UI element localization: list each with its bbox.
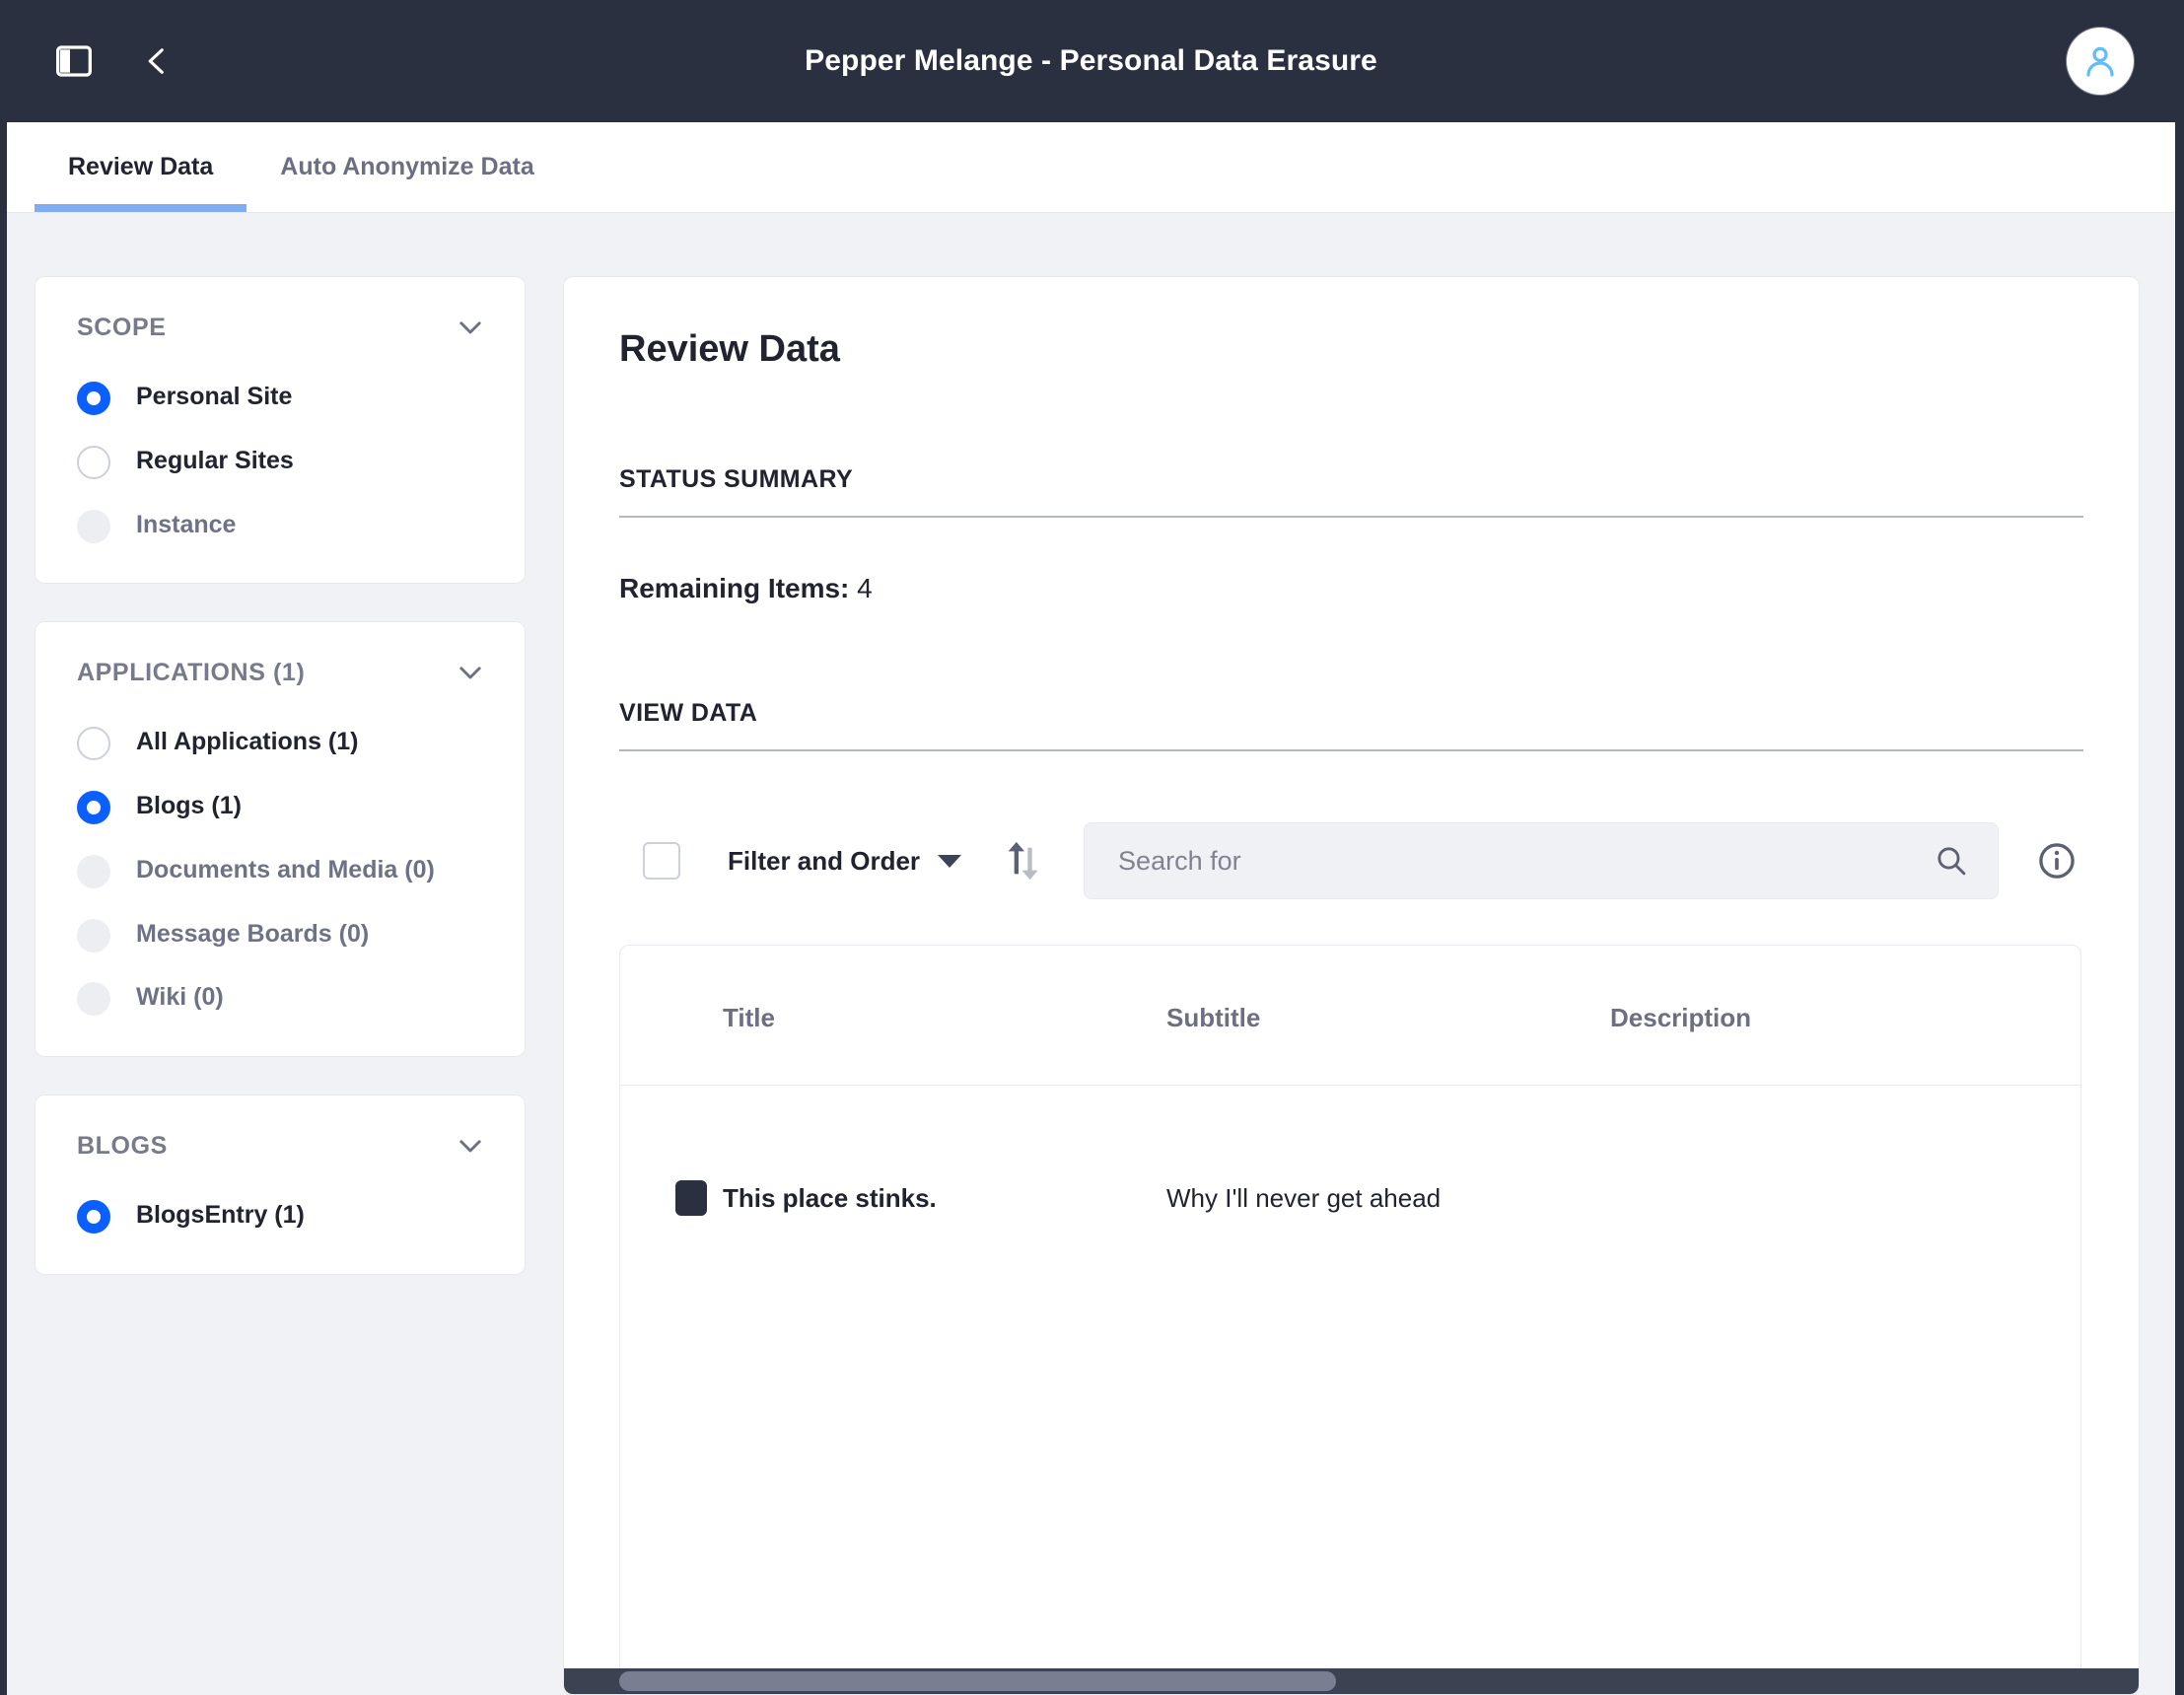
radio-blogs[interactable]: [77, 791, 110, 824]
search-input[interactable]: [1084, 822, 1999, 899]
radio-regular-sites[interactable]: [77, 445, 110, 479]
panel-applications-header[interactable]: APPLICATIONS (1): [77, 656, 487, 689]
panel-scope: SCOPE Personal Site Regular Sites Instan…: [35, 276, 526, 585]
top-bar: Pepper Melange - Personal Data Erasure: [7, 0, 2175, 122]
horizontal-scrollbar-thumb[interactable]: [619, 1671, 1336, 1691]
radio-label-personal-site: Personal Site: [136, 383, 293, 410]
data-toolbar: Filter and Order: [619, 822, 2083, 899]
radio-row-all-applications[interactable]: All Applications (1): [77, 723, 487, 761]
radio-row-regular-sites[interactable]: Regular Sites: [77, 442, 487, 480]
horizontal-scrollbar[interactable]: [564, 1668, 2139, 1694]
table-header-subtitle[interactable]: Subtitle: [1166, 946, 1610, 1086]
radio-label-blogs: Blogs (1): [136, 792, 242, 819]
row-checkbox[interactable]: [675, 1180, 707, 1216]
radio-personal-site[interactable]: [77, 382, 110, 415]
table-header-description[interactable]: Description: [1610, 946, 2080, 1086]
radio-label-documents-and-media: Documents and Media (0): [136, 855, 435, 883]
radio-message-boards: [77, 918, 110, 953]
main-content-card: Review Data STATUS SUMMARY Remaining Ite…: [563, 276, 2140, 1695]
search-box: [1084, 822, 1999, 899]
caret-down-icon: [938, 854, 962, 868]
sort-ascending-descending-icon: [1008, 841, 1038, 881]
chevron-left-icon: [148, 48, 164, 74]
table-cell-description: [1610, 1086, 2080, 1315]
back-button[interactable]: [139, 43, 175, 79]
avatar[interactable]: [2067, 28, 2134, 95]
radio-label-wiki: Wiki (0): [136, 983, 224, 1012]
tab-bar: Review Data Auto Anonymize Data: [7, 122, 2175, 213]
radio-row-personal-site[interactable]: Personal Site: [77, 378, 487, 416]
select-all-checkbox[interactable]: [643, 842, 680, 880]
radio-label-blogsentry: BlogsEntry (1): [136, 1201, 305, 1229]
radio-wiki: [77, 982, 110, 1017]
filter-and-order-button[interactable]: Filter and Order: [728, 845, 962, 877]
panel-applications-title: APPLICATIONS (1): [77, 658, 306, 686]
status-summary-label: STATUS SUMMARY: [619, 465, 2083, 518]
remaining-items-label: Remaining Items:: [619, 573, 850, 603]
sort-direction-button[interactable]: [1003, 839, 1042, 883]
remaining-items-value: 4: [857, 573, 873, 603]
radio-label-message-boards: Message Boards (0): [136, 919, 370, 948]
info-circle-icon: [2039, 843, 2075, 879]
radio-instance: [77, 509, 110, 543]
radio-row-message-boards: Message Boards (0): [77, 915, 487, 953]
view-data-label: VIEW DATA: [619, 699, 2083, 751]
sidebar-toggle-icon: [56, 45, 93, 77]
radio-row-blogsentry[interactable]: BlogsEntry (1): [77, 1196, 487, 1235]
radio-row-blogs[interactable]: Blogs (1): [77, 787, 487, 825]
body-area: SCOPE Personal Site Regular Sites Instan…: [7, 213, 2175, 1695]
remaining-items: Remaining Items: 4: [619, 573, 2083, 604]
info-button[interactable]: [2036, 840, 2078, 882]
panel-scope-header[interactable]: SCOPE: [77, 311, 487, 344]
filters-sidebar: SCOPE Personal Site Regular Sites Instan…: [35, 276, 526, 1275]
search-icon[interactable]: [1934, 843, 1969, 879]
table-header-title[interactable]: Title: [723, 946, 1166, 1086]
radio-blogsentry[interactable]: [77, 1200, 110, 1234]
tab-review-data[interactable]: Review Data: [35, 122, 247, 212]
radio-all-applications[interactable]: [77, 727, 110, 761]
panel-blogs: BLOGS BlogsEntry (1): [35, 1095, 526, 1275]
data-table-head: Title Subtitle Description: [620, 946, 2080, 1086]
panel-applications: APPLICATIONS (1) All Applications (1) Bl…: [35, 621, 526, 1057]
panel-scope-title: SCOPE: [77, 313, 167, 341]
top-bar-left-controls: [54, 41, 175, 81]
radio-row-documents-and-media: Documents and Media (0): [77, 851, 487, 889]
data-table-body: This place stinks. Why I'll never get ah…: [620, 1086, 2080, 1315]
radio-documents-and-media: [77, 854, 110, 888]
chevron-down-icon[interactable]: [454, 311, 487, 344]
table-cell-title: This place stinks.: [723, 1182, 937, 1213]
filter-and-order-label: Filter and Order: [728, 845, 921, 876]
table-cell-subtitle: Why I'll never get ahead: [1166, 1182, 1442, 1213]
radio-label-regular-sites: Regular Sites: [136, 446, 294, 474]
app-window: Pepper Melange - Personal Data Erasure R…: [0, 0, 2184, 1695]
page-title: Pepper Melange - Personal Data Erasure: [805, 44, 1377, 77]
table-header-select: [620, 946, 723, 1086]
radio-label-instance: Instance: [136, 510, 237, 538]
data-table: Title Subtitle Description This place st…: [620, 946, 2080, 1314]
radio-row-wiki: Wiki (0): [77, 978, 487, 1017]
radio-label-all-applications: All Applications (1): [136, 728, 359, 756]
tab-auto-anonymize-data[interactable]: Auto Anonymize Data: [247, 122, 567, 212]
user-icon: [2086, 46, 2114, 77]
panel-blogs-title: BLOGS: [77, 1131, 168, 1160]
data-table-container: Title Subtitle Description This place st…: [619, 945, 2081, 1668]
table-row[interactable]: This place stinks. Why I'll never get ah…: [620, 1086, 2080, 1315]
radio-row-instance: Instance: [77, 506, 487, 544]
chevron-down-icon[interactable]: [454, 1129, 487, 1163]
chevron-down-icon[interactable]: [454, 656, 487, 689]
panel-blogs-header[interactable]: BLOGS: [77, 1129, 487, 1163]
table-header-row: Title Subtitle Description: [620, 946, 2080, 1086]
table-row-select-cell: [620, 1086, 723, 1315]
main-page-title: Review Data: [619, 328, 840, 370]
sidebar-toggle-button[interactable]: [54, 41, 94, 81]
